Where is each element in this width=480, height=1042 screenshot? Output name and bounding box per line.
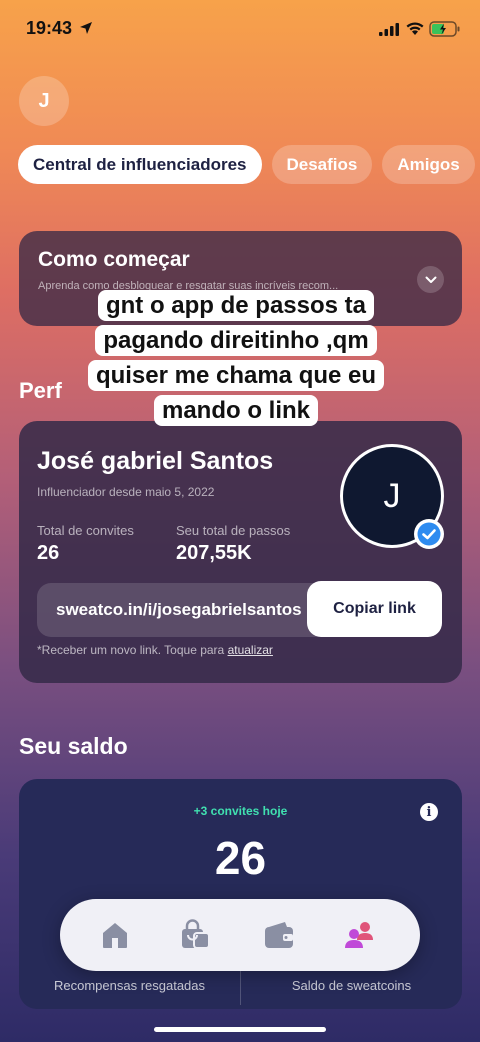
balance-card: +3 convites hoje i 26 Recompensas resgat… — [19, 779, 462, 1009]
steps-total-value: 207,55K — [176, 542, 252, 564]
referral-link-text: sweatco.in/i/josegabrielsantos — [56, 600, 302, 619]
invites-total-value: 26 — [37, 542, 60, 564]
battery-charging-icon — [429, 21, 460, 37]
shopping-bag-icon[interactable] — [178, 918, 212, 952]
home-icon[interactable] — [98, 918, 132, 952]
refresh-link-note-text: *Receber um novo link. Toque para — [37, 643, 228, 657]
sweatcoin-balance-label: Saldo de sweatcoins — [291, 978, 412, 993]
invites-today-badge: +3 convites hoje — [193, 804, 288, 818]
balance-section-title: Seu saldo — [19, 733, 128, 759]
friends-icon[interactable] — [342, 918, 376, 952]
tab-challenges[interactable]: Desafios — [271, 145, 373, 184]
bottom-navigation — [60, 899, 420, 971]
profile-since: Influenciador desde maio 5, 2022 — [37, 485, 215, 499]
location-arrow-icon — [80, 22, 92, 34]
story-caption-text: gnt o app de passos ta pagando direitinh… — [87, 290, 385, 426]
copy-link-button[interactable]: Copiar link — [307, 581, 442, 637]
steps-total-label: Seu total de passos — [176, 523, 291, 538]
verified-check-icon — [414, 519, 444, 549]
status-bar: 19:43 — [0, 0, 480, 58]
tab-influencer-center[interactable]: Central de influenciadores — [18, 145, 262, 184]
info-icon[interactable]: i — [420, 803, 438, 821]
invites-total-label: Total de convites — [37, 523, 134, 538]
user-avatar-button[interactable]: J — [19, 76, 69, 126]
tab-friends[interactable]: Amigos — [382, 145, 475, 184]
wifi-icon — [406, 22, 424, 35]
balance-value: 26 — [214, 832, 267, 884]
redeemed-rewards-label: Recompensas resgatadas — [53, 978, 206, 993]
wallet-icon[interactable] — [262, 918, 296, 952]
status-time: 19:43 — [26, 18, 73, 38]
home-indicator — [154, 1027, 326, 1032]
cellular-signal-icon — [379, 23, 399, 36]
profile-section-title: Perf — [19, 378, 62, 403]
profile-name: José gabriel Santos — [37, 447, 274, 475]
refresh-link-note: *Receber um novo link. Toque para atuali… — [37, 643, 273, 657]
refresh-link[interactable]: atualizar — [228, 643, 273, 657]
how-to-start-title: Como começar — [38, 248, 190, 271]
chevron-down-icon[interactable] — [417, 266, 444, 293]
story-caption-overlay: gnt o app de passos ta pagando direitinh… — [66, 288, 406, 428]
influencer-profile-card: José gabriel Santos Influenciador desde … — [19, 421, 462, 683]
tab-bar: Central de influenciadores Desafios Amig… — [18, 145, 475, 184]
